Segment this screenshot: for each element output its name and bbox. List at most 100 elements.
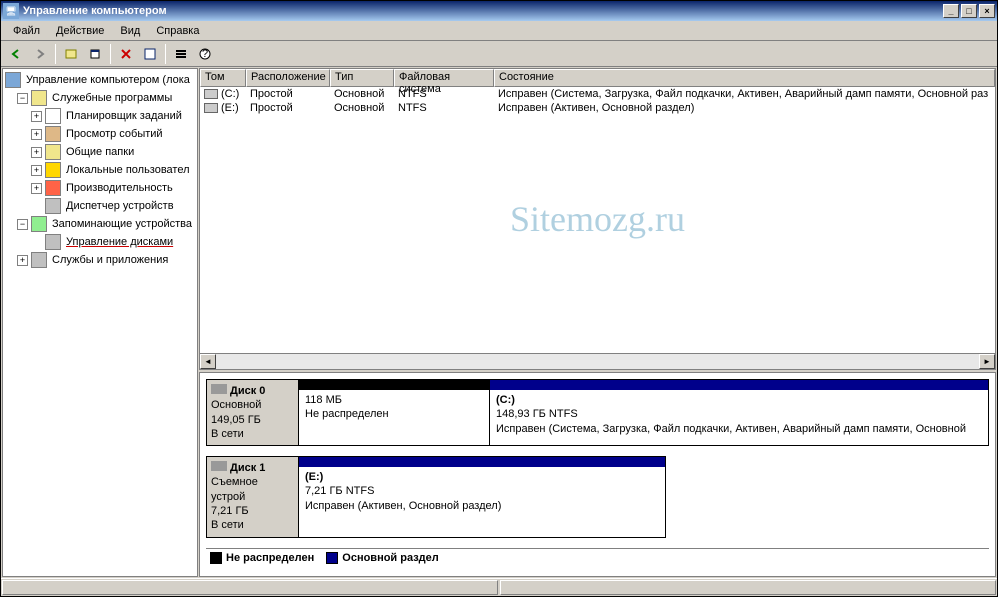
folder-icon bbox=[45, 144, 61, 160]
legend-swatch-primary bbox=[326, 552, 338, 564]
status-cell bbox=[2, 580, 498, 595]
list-button[interactable] bbox=[170, 43, 192, 65]
refresh-button[interactable] bbox=[139, 43, 161, 65]
scroll-right-icon[interactable]: ► bbox=[979, 354, 995, 369]
tree-node-eventviewer[interactable]: +Просмотр событий bbox=[5, 125, 195, 143]
clock-icon bbox=[45, 108, 61, 124]
partition-status: Исправен (Активен, Основной раздел) bbox=[305, 499, 659, 513]
disk-size: 149,05 ГБ bbox=[211, 413, 294, 427]
tree-node-users[interactable]: +Локальные пользовател bbox=[5, 161, 195, 179]
close-button[interactable]: × bbox=[979, 4, 995, 18]
content-panel: Том Расположение Тип Файловая система Со… bbox=[199, 68, 996, 577]
status-bar bbox=[1, 578, 997, 596]
menu-view[interactable]: Вид bbox=[112, 23, 148, 39]
watermark: Sitemozg.ru bbox=[510, 198, 685, 240]
disk-row: Диск 0 Основной 149,05 ГБ В сети 118 МБ … bbox=[206, 379, 989, 446]
perf-icon bbox=[45, 180, 61, 196]
col-layout[interactable]: Расположение bbox=[246, 69, 330, 87]
volume-row[interactable]: (C:) Простой Основной NTFS Исправен (Сис… bbox=[200, 87, 995, 101]
tree-node-shared[interactable]: + Общие папки bbox=[5, 143, 195, 161]
tree-node-system-tools[interactable]: − Служебные программы bbox=[5, 89, 195, 107]
legend-label: Основной раздел bbox=[342, 552, 439, 564]
tree-label: Служебные программы bbox=[50, 92, 174, 104]
partition-size: 7,21 ГБ NTFS bbox=[305, 484, 659, 498]
volume-fs: NTFS bbox=[394, 102, 494, 114]
help-button[interactable]: ? bbox=[194, 43, 216, 65]
col-filesystem[interactable]: Файловая система bbox=[394, 69, 494, 87]
disk-status: В сети bbox=[211, 427, 294, 441]
volume-layout: Простой bbox=[246, 102, 330, 114]
expand-icon[interactable]: + bbox=[31, 111, 42, 122]
menu-bar: Файл Действие Вид Справка bbox=[1, 21, 997, 41]
tree-node-performance[interactable]: + Производительность bbox=[5, 179, 195, 197]
title-bar: 🖥 Управление компьютером _ □ × bbox=[1, 1, 997, 21]
toolbar: ? bbox=[1, 41, 997, 67]
window-title: Управление компьютером bbox=[23, 5, 941, 17]
volume-type: Основной bbox=[330, 102, 394, 114]
col-volume[interactable]: Том bbox=[200, 69, 246, 87]
partition-bar bbox=[490, 380, 988, 390]
expand-icon[interactable]: + bbox=[31, 183, 42, 194]
expand-icon[interactable]: + bbox=[31, 147, 42, 158]
scroll-track[interactable] bbox=[216, 354, 979, 369]
expand-icon[interactable]: + bbox=[31, 165, 42, 176]
device-icon bbox=[45, 198, 61, 214]
tree-label: Службы и приложения bbox=[50, 254, 170, 266]
toolbar-separator bbox=[55, 44, 56, 64]
expand-icon[interactable]: + bbox=[31, 129, 42, 140]
volume-name: (C:) bbox=[200, 88, 246, 100]
tree-node-diskmgmt[interactable]: Управление дисками bbox=[5, 233, 195, 251]
partition-primary[interactable]: (E:) 7,21 ГБ NTFS Исправен (Активен, Осн… bbox=[299, 457, 665, 536]
partition-unallocated[interactable]: 118 МБ Не распределен bbox=[299, 380, 489, 445]
disk-name: Диск 0 bbox=[230, 385, 265, 397]
col-status[interactable]: Состояние bbox=[494, 69, 995, 87]
disk-info[interactable]: Диск 0 Основной 149,05 ГБ В сети bbox=[207, 380, 299, 445]
menu-help[interactable]: Справка bbox=[148, 23, 207, 39]
props-button[interactable] bbox=[84, 43, 106, 65]
back-button[interactable] bbox=[5, 43, 27, 65]
collapse-icon[interactable]: − bbox=[17, 219, 28, 230]
up-button[interactable] bbox=[60, 43, 82, 65]
partition-status: Не распределен bbox=[305, 407, 483, 421]
forward-button[interactable] bbox=[29, 43, 51, 65]
tree-node-services[interactable]: + Службы и приложения bbox=[5, 251, 195, 269]
tree-label: Производительность bbox=[64, 182, 175, 194]
tree-label: Общие папки bbox=[64, 146, 136, 158]
tree-label: Управление компьютером (лока bbox=[24, 74, 192, 86]
expand-icon[interactable]: + bbox=[17, 255, 28, 266]
volume-type: Основной bbox=[330, 88, 394, 100]
delete-button[interactable] bbox=[115, 43, 137, 65]
tree-node-storage[interactable]: − Запоминающие устройства bbox=[5, 215, 195, 233]
collapse-icon[interactable]: − bbox=[17, 93, 28, 104]
tree-panel: Управление компьютером (лока − Служебные… bbox=[2, 68, 198, 577]
volume-row[interactable]: (E:) Простой Основной NTFS Исправен (Акт… bbox=[200, 101, 995, 115]
disk-info[interactable]: Диск 1 Съемное устрой 7,21 ГБ В сети bbox=[207, 457, 299, 536]
scroll-left-icon[interactable]: ◄ bbox=[200, 354, 216, 369]
disk-layout: Диск 0 Основной 149,05 ГБ В сети 118 МБ … bbox=[199, 372, 996, 577]
menu-file[interactable]: Файл bbox=[5, 23, 48, 39]
tree-label: Управление дисками bbox=[64, 236, 175, 248]
minimize-button[interactable]: _ bbox=[943, 4, 959, 18]
maximize-button[interactable]: □ bbox=[961, 4, 977, 18]
disk-status: В сети bbox=[211, 518, 294, 532]
col-type[interactable]: Тип bbox=[330, 69, 394, 87]
tools-icon bbox=[31, 90, 47, 106]
tree-node-scheduler[interactable]: +Планировщик заданий bbox=[5, 107, 195, 125]
partition-bar bbox=[299, 457, 665, 467]
partition-bar bbox=[299, 380, 489, 390]
partition-body: 118 МБ Не распределен bbox=[299, 390, 489, 425]
menu-action[interactable]: Действие bbox=[48, 23, 112, 39]
legend-label: Не распределен bbox=[226, 552, 314, 564]
partition-primary[interactable]: (C:) 148,93 ГБ NTFS Исправен (Система, З… bbox=[489, 380, 988, 445]
legend-swatch-unallocated bbox=[210, 552, 222, 564]
horizontal-scrollbar[interactable]: ◄ ► bbox=[200, 353, 995, 369]
tree-root[interactable]: Управление компьютером (лока bbox=[5, 71, 195, 89]
drive-icon bbox=[204, 103, 218, 113]
disk-size: 7,21 ГБ bbox=[211, 504, 294, 518]
partition-size: 148,93 ГБ NTFS bbox=[496, 407, 982, 421]
volume-status: Исправен (Система, Загрузка, Файл подкач… bbox=[494, 88, 995, 100]
event-icon bbox=[45, 126, 61, 142]
partitions: (E:) 7,21 ГБ NTFS Исправен (Активен, Осн… bbox=[299, 457, 665, 536]
volume-list: Том Расположение Тип Файловая система Со… bbox=[199, 68, 996, 370]
tree-node-devmgr[interactable]: Диспетчер устройств bbox=[5, 197, 195, 215]
